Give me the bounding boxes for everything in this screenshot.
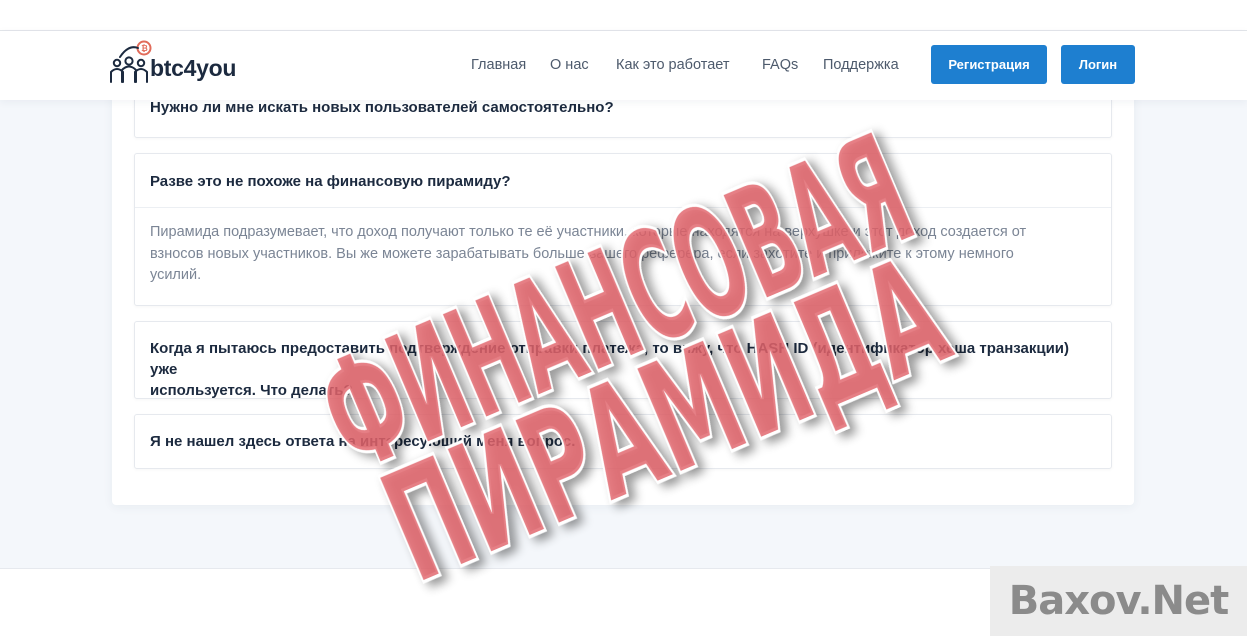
register-button[interactable]: Регистрация — [931, 45, 1047, 84]
faq-item-no-answer[interactable]: Я не нашел здесь ответа на интересующий … — [134, 414, 1112, 469]
faq-item-hash-id[interactable]: Когда я пытаюсь предоставить подтвержден… — [134, 321, 1112, 399]
faq-answer-line: Пирамида подразумевает, что доход получа… — [150, 224, 1027, 240]
faq-answer-line: усилий. — [150, 267, 202, 283]
login-button[interactable]: Логин — [1061, 45, 1135, 84]
brand-name: btc4you — [150, 55, 237, 81]
navbar: ₿ btc4you Главная О нас Как это работает… — [0, 31, 1247, 100]
nav-link-support[interactable]: Поддержка — [823, 57, 899, 73]
site-watermark: Baxov.Net — [990, 566, 1247, 636]
faq-question: Я не нашел здесь ответа на интересующий … — [150, 433, 576, 450]
faq-answer: Пирамида подразумевает, что доход получа… — [135, 207, 1111, 287]
logo[interactable]: ₿ btc4you — [108, 39, 268, 91]
faq-question: Когда я пытаюсь предоставить подтвержден… — [135, 322, 1111, 401]
faq-card: Нужно ли мне искать новых пользователей … — [112, 74, 1134, 505]
nav-link-home[interactable]: Главная — [471, 57, 526, 73]
nav-link-about[interactable]: О нас — [550, 57, 589, 73]
svg-text:₿: ₿ — [141, 44, 148, 53]
faq-question-line: Когда я пытаюсь предоставить подтвержден… — [150, 340, 1070, 378]
browser-top-strip — [0, 0, 1247, 31]
faq-question-line: используется. Что делать? — [150, 382, 353, 399]
faq-answer-line: взносов новых участников. Вы же можете з… — [150, 245, 1014, 262]
people-bitcoin-logo-icon: ₿ — [110, 40, 152, 83]
nav-link-faqs[interactable]: FAQs — [762, 57, 798, 73]
nav-link-how-it-works[interactable]: Как это работает — [616, 57, 729, 73]
faq-question: Разве это не похоже на финансовую пирами… — [150, 173, 511, 190]
faq-item-pyramid[interactable]: Разве это не похоже на финансовую пирами… — [134, 153, 1112, 306]
